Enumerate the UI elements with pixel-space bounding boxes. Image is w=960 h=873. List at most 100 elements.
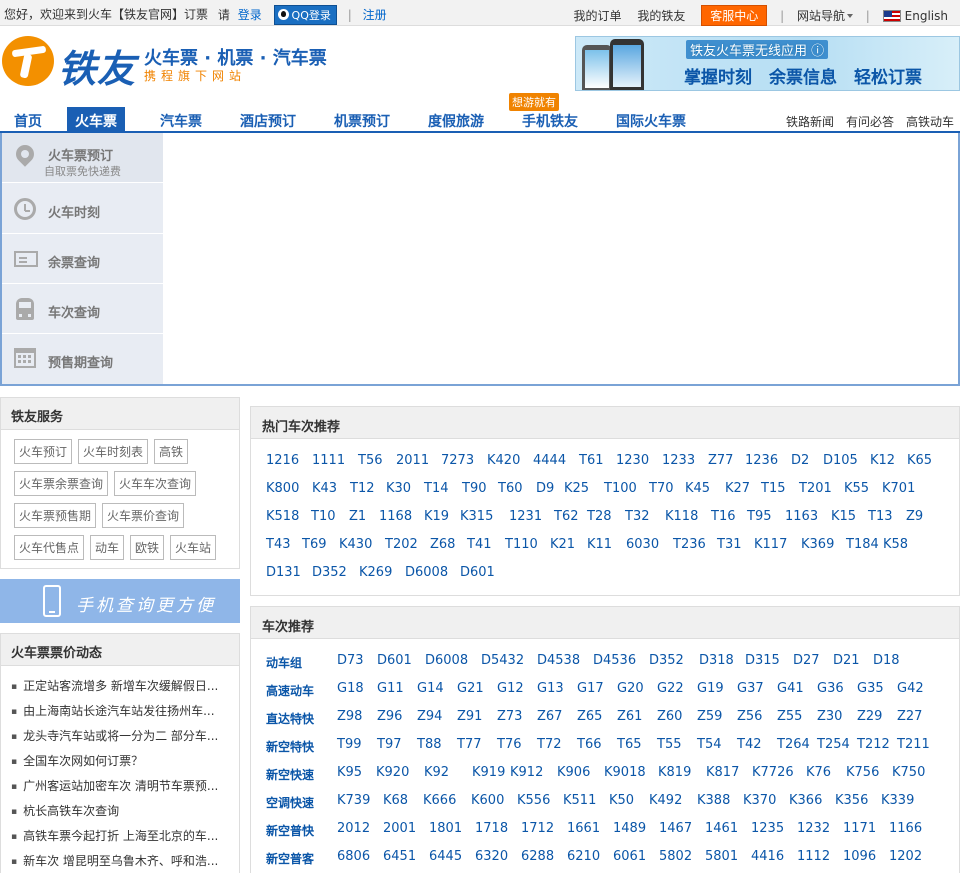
- english-link[interactable]: English: [882, 9, 948, 23]
- service-center-button[interactable]: 客服中心: [701, 5, 768, 26]
- train-code-link[interactable]: 1712: [521, 821, 554, 836]
- train-code-link[interactable]: T99: [337, 737, 361, 752]
- train-code-link[interactable]: 4444: [533, 453, 566, 468]
- my-tieyou-link[interactable]: 我的铁友: [637, 9, 685, 23]
- train-code-link[interactable]: 1168: [379, 509, 412, 524]
- train-code-link[interactable]: T201: [799, 481, 832, 496]
- train-code-link[interactable]: K21: [550, 537, 575, 552]
- train-code-link[interactable]: K50: [609, 793, 634, 808]
- train-code-link[interactable]: K906: [557, 765, 590, 780]
- train-code-link[interactable]: D18: [873, 653, 900, 668]
- train-code-link[interactable]: K919: [472, 765, 505, 780]
- train-code-link[interactable]: Z56: [737, 709, 762, 724]
- train-code-link[interactable]: Z9: [906, 509, 923, 524]
- train-code-link[interactable]: G35: [857, 681, 884, 696]
- booking-option-remaining[interactable]: 余票查询: [2, 234, 163, 284]
- train-code-link[interactable]: 1461: [705, 821, 738, 836]
- train-code-link[interactable]: D131: [266, 565, 301, 580]
- train-code-link[interactable]: K118: [665, 509, 698, 524]
- nav-home[interactable]: 首页: [14, 111, 42, 131]
- train-code-link[interactable]: Z27: [897, 709, 922, 724]
- service-tag[interactable]: 火车车次查询: [114, 471, 197, 496]
- nav-international[interactable]: 国际火车票: [616, 111, 686, 131]
- train-code-link[interactable]: K339: [881, 793, 914, 808]
- train-code-link[interactable]: K800: [266, 481, 299, 496]
- train-code-link[interactable]: T110: [505, 537, 538, 552]
- nav-mobile[interactable]: 手机铁友: [522, 111, 578, 131]
- train-code-link[interactable]: T10: [311, 509, 335, 524]
- train-code-link[interactable]: T13: [868, 509, 892, 524]
- train-code-link[interactable]: T90: [462, 481, 486, 496]
- train-code-link[interactable]: 6445: [429, 849, 462, 864]
- train-code-link[interactable]: D5432: [481, 653, 524, 668]
- train-code-link[interactable]: 1230: [616, 453, 649, 468]
- train-code-link[interactable]: G19: [697, 681, 724, 696]
- train-code-link[interactable]: G37: [737, 681, 764, 696]
- train-code-link[interactable]: 2001: [383, 821, 416, 836]
- service-tag[interactable]: 欧铁: [130, 535, 165, 560]
- train-code-link[interactable]: 2012: [337, 821, 370, 836]
- train-code-link[interactable]: Z98: [337, 709, 362, 724]
- train-code-link[interactable]: Z55: [777, 709, 802, 724]
- train-code-link[interactable]: D21: [833, 653, 860, 668]
- news-item[interactable]: 龙头寺汽车站或将一分为二 部分车...: [11, 727, 231, 744]
- service-tag[interactable]: 动车: [90, 535, 125, 560]
- train-code-link[interactable]: 6451: [383, 849, 416, 864]
- train-code-link[interactable]: T41: [467, 537, 491, 552]
- train-code-link[interactable]: T76: [497, 737, 521, 752]
- nav-qa[interactable]: 有问必答: [846, 113, 894, 130]
- register-link[interactable]: 注册: [363, 8, 387, 22]
- train-code-link[interactable]: K12: [870, 453, 895, 468]
- train-code-link[interactable]: K9018: [604, 765, 646, 780]
- train-code-link[interactable]: K45: [685, 481, 710, 496]
- train-code-link[interactable]: K388: [697, 793, 730, 808]
- train-code-link[interactable]: T54: [697, 737, 721, 752]
- train-code-link[interactable]: K556: [517, 793, 550, 808]
- train-code-link[interactable]: 1661: [567, 821, 600, 836]
- train-code-link[interactable]: G36: [817, 681, 844, 696]
- news-item[interactable]: 杭长高铁车次查询: [11, 802, 231, 819]
- service-tag[interactable]: 火车时刻表: [78, 439, 149, 464]
- train-code-link[interactable]: G17: [577, 681, 604, 696]
- train-code-link[interactable]: Z73: [497, 709, 522, 724]
- booking-option-reserve[interactable]: 火车票预订 自取票免快递费: [2, 133, 163, 183]
- train-code-link[interactable]: T100: [604, 481, 637, 496]
- train-code-link[interactable]: T15: [761, 481, 785, 496]
- train-code-link[interactable]: 1111: [312, 453, 345, 468]
- train-code-link[interactable]: D352: [649, 653, 684, 668]
- train-code-link[interactable]: K511: [563, 793, 596, 808]
- news-item[interactable]: 新车次 增昆明至乌鲁木齐、呼和浩...: [11, 852, 231, 869]
- train-code-link[interactable]: K269: [359, 565, 392, 580]
- train-code-link[interactable]: T31: [717, 537, 741, 552]
- train-code-link[interactable]: G42: [897, 681, 924, 696]
- service-tag[interactable]: 火车预订: [14, 439, 73, 464]
- train-code-link[interactable]: D318: [699, 653, 734, 668]
- site-nav-dropdown[interactable]: 网站导航: [797, 9, 853, 23]
- service-tag[interactable]: 火车代售点: [14, 535, 85, 560]
- train-code-link[interactable]: D9: [536, 481, 554, 496]
- train-code-link[interactable]: D4536: [593, 653, 636, 668]
- train-code-link[interactable]: D6008: [425, 653, 468, 668]
- train-code-link[interactable]: K356: [835, 793, 868, 808]
- train-code-link[interactable]: D601: [460, 565, 495, 580]
- train-code-link[interactable]: 2011: [396, 453, 429, 468]
- booking-option-schedule[interactable]: 火车时刻: [2, 184, 163, 234]
- train-code-link[interactable]: K369: [801, 537, 834, 552]
- train-code-link[interactable]: K370: [743, 793, 776, 808]
- train-code-link[interactable]: Z60: [657, 709, 682, 724]
- train-code-link[interactable]: D2: [791, 453, 809, 468]
- nav-flights[interactable]: 机票预订: [334, 111, 390, 131]
- news-item[interactable]: 广州客运站加密车次 清明节车票预...: [11, 777, 231, 794]
- train-code-link[interactable]: T72: [537, 737, 561, 752]
- train-code-link[interactable]: 6320: [475, 849, 508, 864]
- train-code-link[interactable]: K19: [424, 509, 449, 524]
- train-code-link[interactable]: K739: [337, 793, 370, 808]
- train-code-link[interactable]: T211: [897, 737, 930, 752]
- train-code-link[interactable]: T65: [617, 737, 641, 752]
- qq-login-button[interactable]: QQ登录: [273, 5, 337, 25]
- train-code-link[interactable]: T77: [457, 737, 481, 752]
- train-code-link[interactable]: K315: [460, 509, 493, 524]
- train-code-link[interactable]: K920: [376, 765, 409, 780]
- nav-bus-tickets[interactable]: 汽车票: [160, 111, 202, 131]
- train-code-link[interactable]: K68: [383, 793, 408, 808]
